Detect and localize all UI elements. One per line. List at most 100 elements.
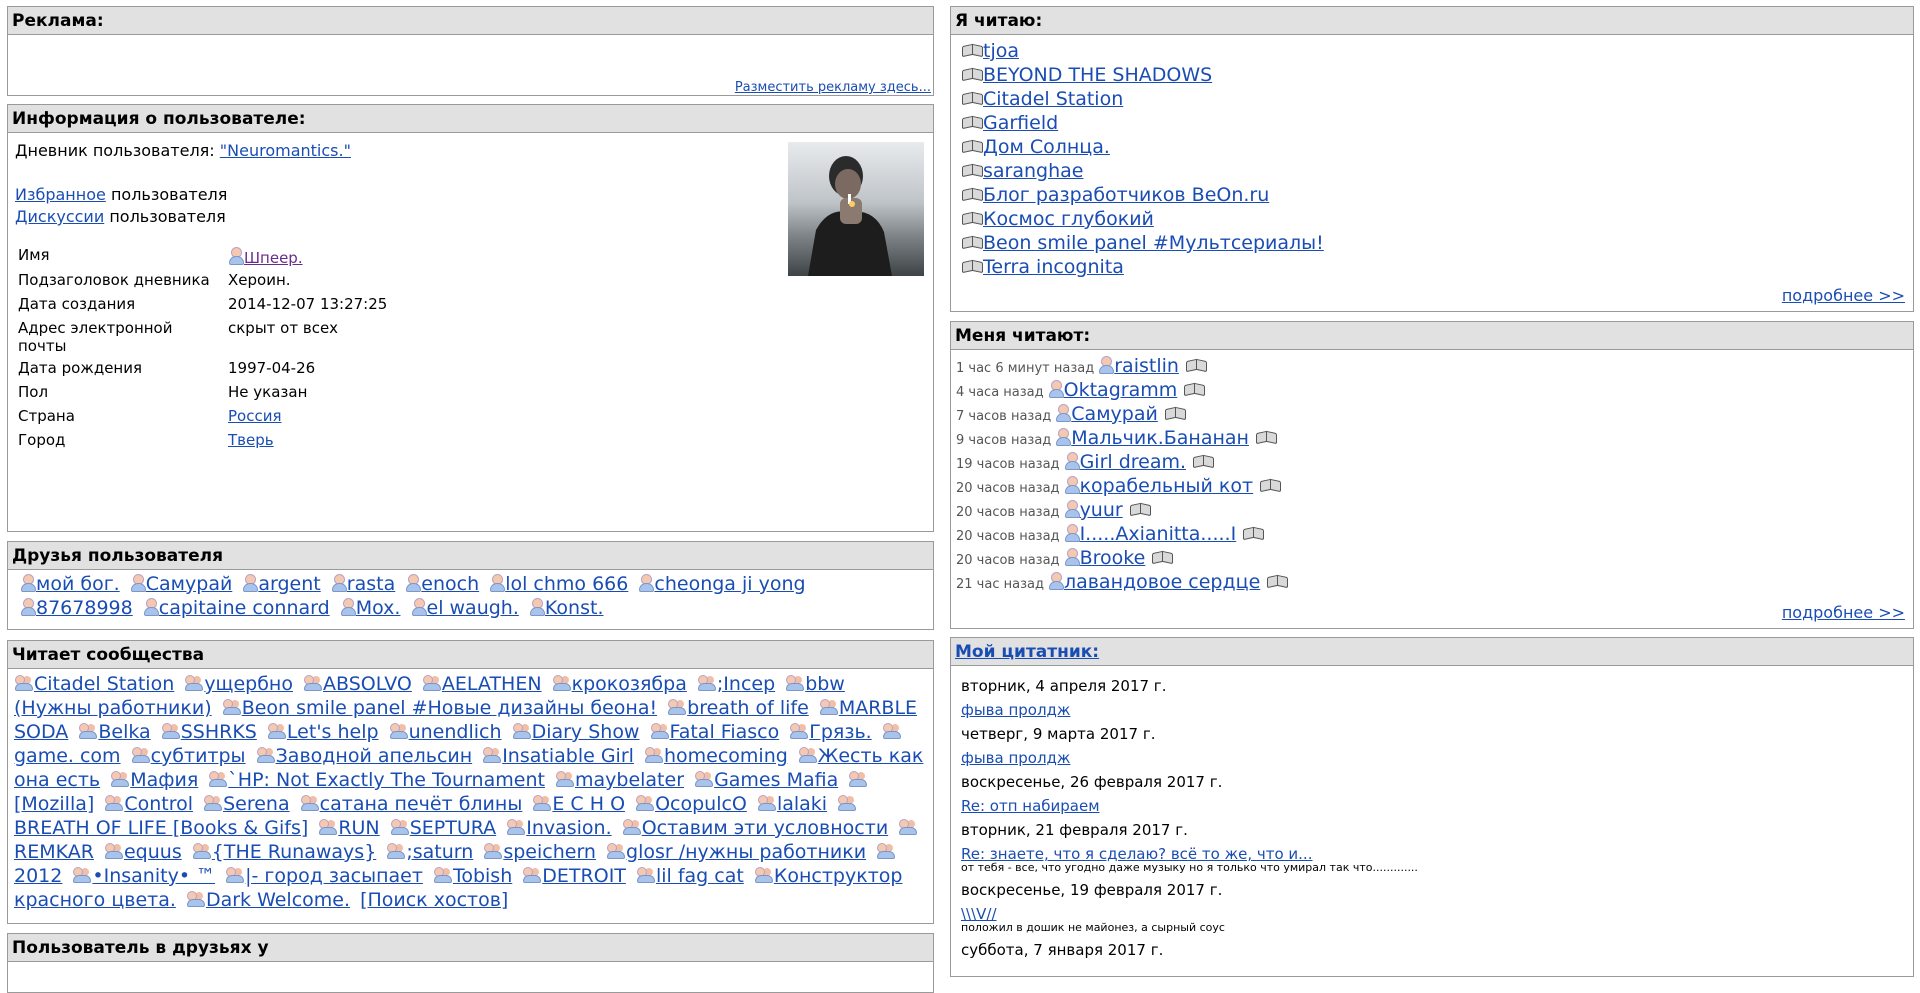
reading-link[interactable]: Космос глубокий (983, 208, 1154, 230)
community-link[interactable]: Грязь. (809, 721, 871, 743)
book-icon[interactable] (1164, 406, 1186, 420)
friend-link[interactable]: cheonga ji yong (654, 573, 805, 595)
community-link[interactable]: Tobish (453, 865, 512, 887)
friend-link[interactable]: lol chmo 666 (505, 573, 628, 595)
community-link[interactable]: unendlich (409, 721, 502, 743)
friend-link[interactable]: Mox. (356, 597, 401, 619)
community-link[interactable]: Заводной апельсин (276, 745, 473, 767)
community-link[interactable]: AELATHEN (442, 673, 542, 695)
quote-link[interactable]: Re: отп набираем (961, 794, 1903, 818)
friend-link[interactable]: capitaine connard (159, 597, 330, 619)
community-link[interactable]: ABSOLVO (323, 673, 412, 695)
reader-link[interactable]: Girl dream. (1080, 451, 1186, 473)
book-icon[interactable] (1255, 430, 1277, 444)
community-link[interactable]: Мафия (130, 769, 198, 791)
reader-link[interactable]: I.....Axianitta.....I (1080, 523, 1237, 545)
quotes-title-link[interactable]: Мой цитатник: (955, 642, 1099, 662)
community-link[interactable]: 2012 (14, 865, 62, 887)
book-icon[interactable] (1183, 382, 1205, 396)
country-link[interactable]: Россия (228, 407, 282, 425)
community-link[interactable]: E C H O (552, 793, 625, 815)
info-name-link[interactable]: Шпеер. (244, 249, 303, 267)
reader-link[interactable]: Мальчик.Бананан (1071, 427, 1249, 449)
community-link[interactable]: SSHRKS (181, 721, 257, 743)
book-icon[interactable] (1192, 454, 1214, 468)
reading-link[interactable]: Beon smile panel #Мультсериалы! (983, 232, 1324, 254)
community-link[interactable]: BREATH OF LIFE [Books & Gifs] (14, 817, 308, 839)
community-link[interactable]: SEPTURA (410, 817, 496, 839)
community-link[interactable]: ущербно (204, 673, 293, 695)
reading-link[interactable]: saranghae (983, 160, 1083, 182)
search-hosts-link[interactable]: [Поиск хостов] (360, 889, 508, 911)
community-link[interactable]: Games Mafia (714, 769, 838, 791)
community-link[interactable]: субтитры (151, 745, 246, 767)
reader-link[interactable]: Oktagramm (1064, 379, 1178, 401)
friend-link[interactable]: Самурай (146, 573, 233, 595)
community-link[interactable]: RUN (338, 817, 379, 839)
friend-link[interactable]: rasta (347, 573, 395, 595)
community-link[interactable]: Beon smile panel #Новые дизайны беона! (242, 697, 657, 719)
reading-link[interactable]: BEYOND THE SHADOWS (983, 64, 1212, 86)
friend-link[interactable]: Konst. (545, 597, 604, 619)
friend-link[interactable]: el waugh. (427, 597, 519, 619)
book-icon[interactable] (1242, 526, 1264, 540)
reader-link[interactable]: Brooke (1080, 547, 1146, 569)
community-link[interactable]: glosr /нужны работники (626, 841, 866, 863)
community-link[interactable]: breath of life (687, 697, 809, 719)
book-icon[interactable] (1266, 574, 1288, 588)
community-link[interactable]: game. com (14, 745, 121, 767)
reader-link[interactable]: Самурай (1071, 403, 1158, 425)
reading-more-link[interactable]: подробнее >> (1782, 286, 1905, 305)
reading-link[interactable]: Дом Солнца. (983, 136, 1110, 158)
reader-link[interactable]: yuur (1080, 499, 1123, 521)
friend-link[interactable]: 87678998 (36, 597, 133, 619)
community-link[interactable]: Dark Welcome. (206, 889, 350, 911)
community-link[interactable]: OcopulcO (655, 793, 747, 815)
community-link[interactable]: •Insanity• ™ (92, 865, 215, 887)
community-link[interactable]: Belka (98, 721, 150, 743)
community-link[interactable]: Control (124, 793, 193, 815)
community-link[interactable]: DETROIT (542, 865, 626, 887)
community-link[interactable]: {THE Runaways} (212, 841, 377, 863)
friend-link[interactable]: argent (258, 573, 320, 595)
book-icon[interactable] (1129, 502, 1151, 516)
reading-link[interactable]: Блог разработчиков BeOn.ru (983, 184, 1269, 206)
community-link[interactable]: lalaki (777, 793, 827, 815)
community-link[interactable]: speichern (503, 841, 596, 863)
quote-link[interactable]: фыва пролдж (961, 698, 1903, 722)
community-link[interactable]: ;Incep (717, 673, 775, 695)
community-link[interactable]: [Mozilla] (14, 793, 94, 815)
community-link[interactable]: Оставим эти условности (642, 817, 888, 839)
readers-more-link[interactable]: подробнее >> (1782, 603, 1905, 622)
community-link[interactable]: крокозябра (572, 673, 687, 695)
community-link[interactable]: maybelater (575, 769, 684, 791)
quote-link[interactable]: фыва пролдж (961, 746, 1903, 770)
book-icon[interactable] (1259, 478, 1281, 492)
reader-link[interactable]: raistlin (1114, 355, 1179, 377)
community-link[interactable]: homecoming (664, 745, 788, 767)
community-link[interactable]: Citadel Station (34, 673, 174, 695)
community-link[interactable]: `HP: Not Exactly The Tournament (228, 769, 545, 791)
community-link[interactable]: lil fag cat (656, 865, 744, 887)
city-link[interactable]: Тверь (228, 431, 274, 449)
favorites-link[interactable]: Избранное (15, 185, 106, 204)
discussions-link[interactable]: Дискуссии (15, 207, 104, 226)
community-link[interactable]: REMKAR (14, 841, 94, 863)
community-link[interactable]: Fatal Fiasco (670, 721, 780, 743)
reader-link[interactable]: корабельный кот (1080, 475, 1254, 497)
reading-link[interactable]: Garfield (983, 112, 1058, 134)
reading-link[interactable]: Terra incognita (983, 256, 1124, 278)
community-link[interactable]: сатана печёт блины (320, 793, 523, 815)
friend-link[interactable]: enoch (421, 573, 479, 595)
community-link[interactable]: ;saturn (406, 841, 473, 863)
reading-link[interactable]: tjoa (983, 40, 1019, 62)
reading-link[interactable]: Citadel Station (983, 88, 1123, 110)
diary-link[interactable]: "Neuromantics." (220, 141, 351, 160)
community-link[interactable]: Serena (223, 793, 290, 815)
community-link[interactable]: Invasion. (526, 817, 611, 839)
community-link[interactable]: equus (124, 841, 182, 863)
friend-link[interactable]: мой бог. (36, 573, 120, 595)
community-link[interactable]: Let's help (287, 721, 379, 743)
community-link[interactable]: Insatiable Girl (502, 745, 634, 767)
community-link[interactable]: |- город засыпает (245, 865, 423, 887)
